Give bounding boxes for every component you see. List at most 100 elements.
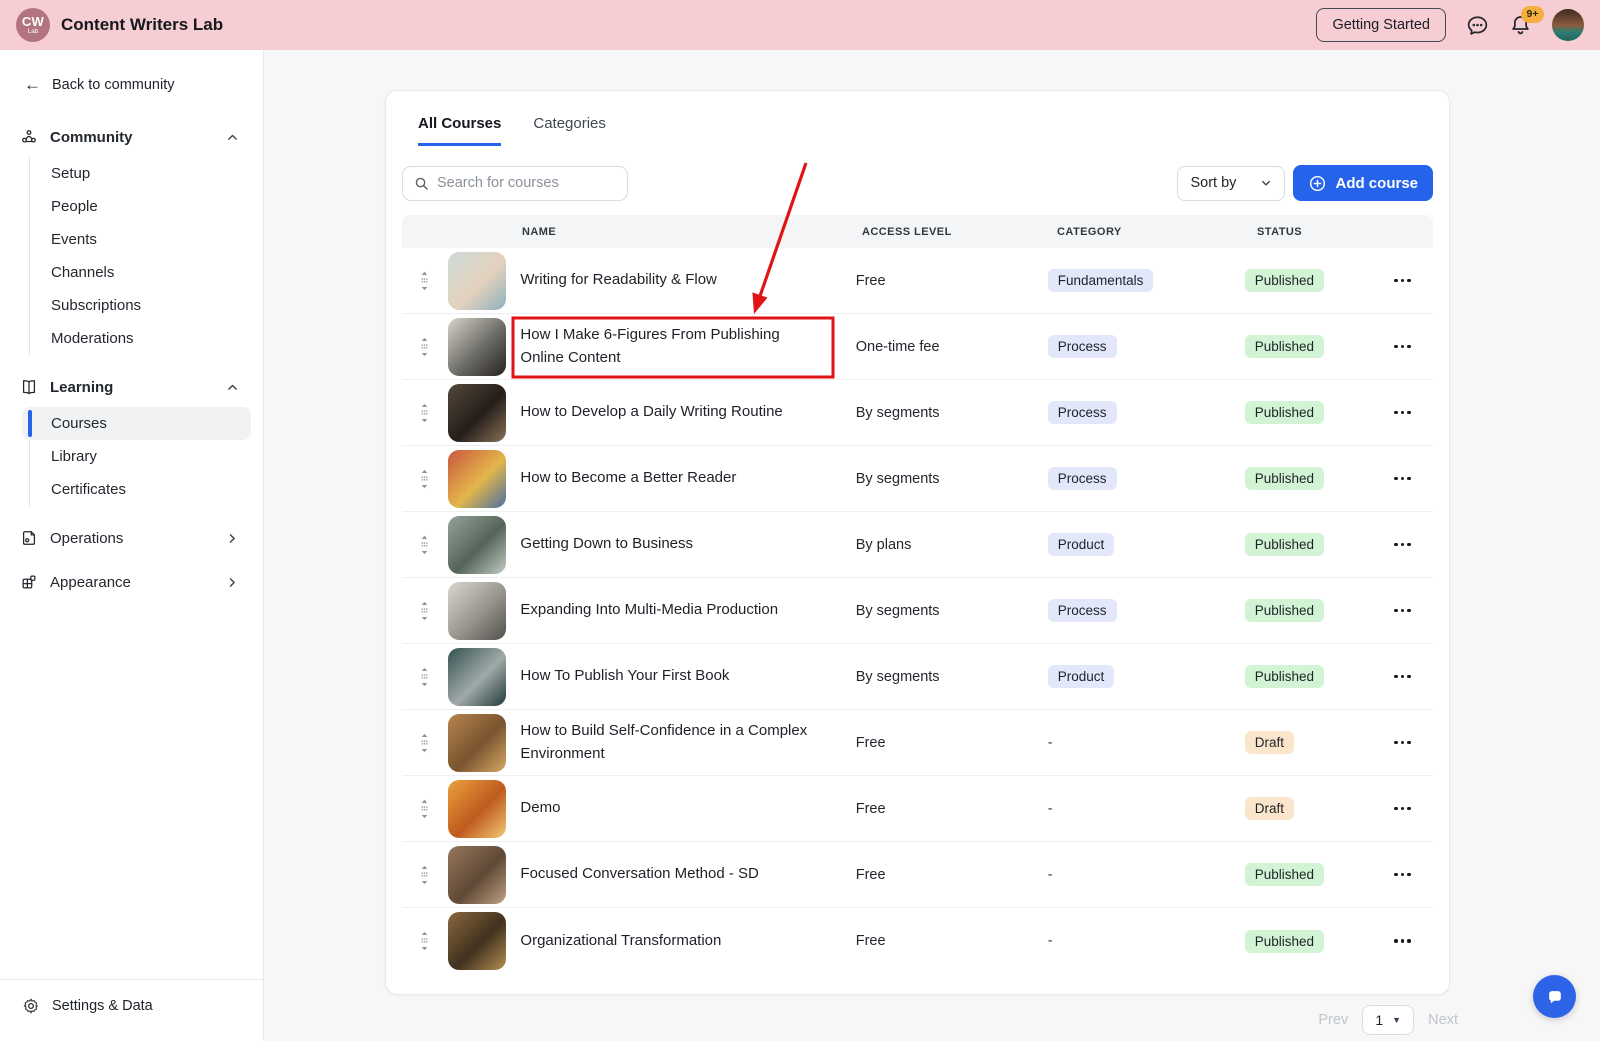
sidebar-item-library[interactable]: Library [22, 440, 251, 473]
back-to-community-link[interactable]: ← Back to community [0, 76, 263, 93]
sidebar-item-people[interactable]: People [22, 190, 251, 223]
course-status: Published [1244, 467, 1393, 490]
sidebar-item-channels[interactable]: Channels [22, 256, 251, 289]
tab-categories[interactable]: Categories [533, 115, 606, 146]
row-menu-button[interactable] [1392, 405, 1413, 421]
notifications-button[interactable]: 9+ [1509, 5, 1544, 37]
row-menu-button[interactable] [1392, 339, 1413, 355]
course-name[interactable]: Writing for Readability & Flow [520, 269, 855, 292]
row-menu-button[interactable] [1392, 471, 1413, 487]
current-page: 1 [1375, 1012, 1384, 1028]
table-row[interactable]: How to Build Self-Confidence in a Comple… [402, 710, 1433, 776]
course-access-level: By segments [855, 470, 940, 487]
drag-handle[interactable] [418, 402, 448, 424]
drag-handle[interactable] [418, 864, 448, 886]
row-menu-button[interactable] [1392, 801, 1413, 817]
drag-handle[interactable] [418, 534, 448, 556]
course-access-level: Free [855, 272, 886, 289]
course-status: Published [1244, 929, 1393, 953]
settings-and-data-link[interactable]: Settings & Data [0, 979, 263, 1041]
table-row[interactable]: Writing for Readability & Flow Free Fund… [402, 248, 1433, 314]
drag-handle[interactable] [418, 468, 448, 490]
column-header-status: STATUS [1257, 225, 1303, 238]
tab-all-courses[interactable]: All Courses [418, 115, 502, 146]
table-row[interactable]: How To Publish Your First Book By segmen… [402, 644, 1433, 710]
course-name[interactable]: How I Make 6-Figures From Publishing Onl… [520, 324, 855, 369]
logo-badge: CW Lab [16, 8, 50, 42]
drag-handle[interactable] [418, 336, 448, 358]
appearance-icon [20, 573, 38, 591]
sidebar-section-learning[interactable]: Learning [0, 369, 263, 405]
course-category: - [1048, 866, 1245, 884]
user-avatar[interactable] [1552, 9, 1584, 41]
add-course-button[interactable]: Add course [1293, 165, 1433, 201]
drag-handle[interactable] [418, 732, 448, 754]
next-page-button[interactable]: Next [1428, 1012, 1458, 1028]
sidebar-section-appearance[interactable]: Appearance [0, 564, 263, 600]
course-name[interactable]: Expanding Into Multi-Media Production [520, 599, 855, 622]
community-logo[interactable]: CW Lab Content Writers Lab [16, 8, 223, 42]
row-menu-button[interactable] [1392, 669, 1413, 685]
sidebar-item-moderations[interactable]: Moderations [22, 322, 251, 355]
course-search[interactable] [402, 165, 628, 201]
drag-handle[interactable] [418, 666, 448, 688]
sidebar-section-label: Learning [50, 378, 114, 396]
course-category: Product [1047, 665, 1245, 688]
messages-button[interactable] [1466, 14, 1489, 37]
row-menu-button[interactable] [1392, 933, 1413, 949]
sidebar-item-courses[interactable]: Courses [22, 407, 251, 440]
actions-cell [1392, 273, 1433, 289]
sidebar-item-certificates[interactable]: Certificates [22, 473, 251, 506]
course-name[interactable]: Focused Conversation Method - SD [520, 863, 855, 886]
status-badge: Published [1244, 599, 1325, 622]
sidebar-section-community[interactable]: Community [0, 119, 263, 155]
drag-handle[interactable] [418, 600, 448, 622]
sidebar-item-subscriptions[interactable]: Subscriptions [22, 289, 251, 322]
row-menu-button[interactable] [1392, 273, 1413, 289]
page-select-dropdown[interactable]: 1 ▼ [1362, 1005, 1415, 1035]
prev-page-button[interactable]: Prev [1318, 1012, 1348, 1028]
sidebar-item-setup[interactable]: Setup [22, 157, 251, 190]
course-name[interactable]: How to Become a Better Reader [520, 467, 855, 490]
course-name[interactable]: Getting Down to Business [520, 533, 855, 556]
sort-by-dropdown[interactable]: Sort by [1177, 165, 1286, 201]
search-input[interactable] [437, 175, 616, 191]
chat-widget-button[interactable] [1533, 975, 1576, 1018]
thumbnail-cell [447, 449, 521, 508]
category-empty: - [1047, 866, 1053, 883]
drag-handle[interactable] [418, 270, 448, 292]
course-name[interactable]: Demo [520, 797, 855, 820]
course-category: Process [1047, 401, 1245, 424]
table-row[interactable]: Focused Conversation Method - SD Free - … [402, 842, 1433, 908]
table-row-highlighted[interactable]: How I Make 6-Figures From Publishing Onl… [402, 314, 1433, 380]
thumbnail-cell [447, 317, 521, 376]
actions-cell [1392, 801, 1433, 817]
column-header-name: NAME [522, 225, 557, 238]
table-row[interactable]: Organizational Transformation Free - Pub… [402, 908, 1433, 974]
sidebar-section-operations[interactable]: Operations [0, 520, 263, 556]
table-row[interactable]: How to Develop a Daily Writing Routine B… [402, 380, 1433, 446]
row-menu-button[interactable] [1392, 867, 1413, 883]
sidebar-item-events[interactable]: Events [22, 223, 251, 256]
course-thumbnail [447, 449, 506, 508]
sidebar-nav: Community Setup People Events Channels S… [0, 119, 263, 600]
course-name[interactable]: How to Develop a Daily Writing Routine [520, 401, 855, 424]
row-menu-button[interactable] [1392, 603, 1413, 619]
table-row[interactable]: Expanding Into Multi-Media Production By… [402, 578, 1433, 644]
add-course-label: Add course [1335, 174, 1418, 192]
table-row[interactable]: Demo Free - Draft [402, 776, 1433, 842]
course-name[interactable]: Organizational Transformation [520, 930, 855, 953]
course-name[interactable]: How To Publish Your First Book [520, 665, 855, 688]
table-row[interactable]: How to Become a Better Reader By segment… [402, 446, 1433, 512]
course-name[interactable]: How to Build Self-Confidence in a Comple… [520, 720, 855, 765]
getting-started-button[interactable]: Getting Started [1316, 8, 1446, 42]
drag-handle[interactable] [418, 930, 448, 952]
drag-handle[interactable] [418, 798, 448, 820]
course-category: - [1048, 734, 1245, 752]
course-thumbnail [447, 912, 506, 970]
table-row[interactable]: Getting Down to Business By plans Produc… [402, 512, 1433, 578]
row-menu-button[interactable] [1392, 537, 1413, 553]
course-category: Process [1047, 335, 1245, 358]
row-menu-button[interactable] [1392, 735, 1413, 751]
course-access-level: By segments [855, 404, 940, 421]
